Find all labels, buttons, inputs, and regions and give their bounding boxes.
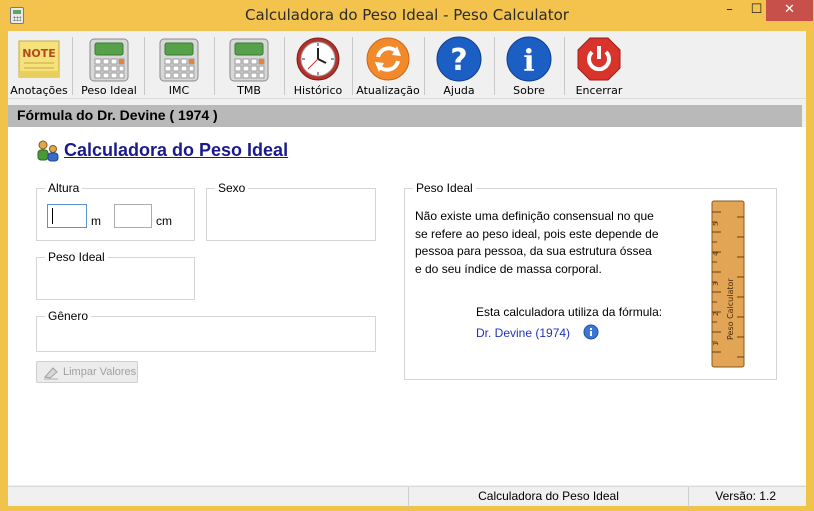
- toolbar-label: Histórico: [293, 84, 343, 97]
- status-app-name: Calculadora do Peso Ideal: [408, 487, 688, 507]
- toolbar-separator: [352, 37, 353, 95]
- toolbar-separator: [72, 37, 73, 95]
- note-icon: NOTE: [18, 40, 60, 78]
- minimize-button[interactable]: –: [716, 0, 743, 21]
- info-icon: i: [506, 36, 552, 82]
- toolbar-separator: [284, 37, 285, 95]
- note-icon-text: NOTE: [22, 47, 56, 60]
- info-description-line: e do seu índice de massa corporal.: [415, 261, 602, 276]
- toolbar-label: Peso Ideal: [81, 84, 137, 97]
- meters-input[interactable]: [47, 204, 87, 228]
- formula-link[interactable]: Dr. Devine (1974): [476, 326, 570, 340]
- toolbar-button-sobre[interactable]: i Sobre: [498, 33, 560, 97]
- title-bar[interactable]: Calculadora do Peso Ideal - Peso Calcula…: [0, 0, 814, 31]
- formula-header: Fórmula do Dr. Devine ( 1974 ): [8, 105, 802, 127]
- power-icon: [577, 37, 621, 81]
- toolbar-separator: [424, 37, 425, 95]
- altura-legend: Altura: [45, 181, 83, 195]
- meters-unit: m: [91, 214, 101, 228]
- toolbar-separator: [494, 37, 495, 95]
- info-description-line: pessoa para pessoa, da sua estrutura óss…: [415, 244, 652, 258]
- toolbar-button-anotacoes[interactable]: NOTE Anotações: [8, 33, 70, 97]
- ruler-number: 4: [712, 251, 720, 256]
- page-title[interactable]: Calculadora do Peso Ideal: [64, 140, 288, 161]
- toolbar-separator: [564, 37, 565, 95]
- toolbar-button-encerrar[interactable]: Encerrar: [568, 33, 630, 97]
- toolbar: NOTE Anotações Peso Ideal IMC TMB Histór…: [8, 31, 806, 99]
- toolbar-separator: [214, 37, 215, 95]
- info-description-line: Não existe uma definição consensual no q…: [415, 209, 654, 223]
- info-panel: Peso Ideal Não existe uma definição cons…: [404, 181, 777, 380]
- close-button[interactable]: ✕: [766, 0, 813, 21]
- toolbar-label: Sobre: [513, 84, 545, 97]
- toolbar-label: Anotações: [10, 84, 68, 97]
- ruler-number: 5: [712, 222, 720, 226]
- clear-values-label: Limpar Valores: [63, 366, 137, 378]
- toolbar-button-peso-ideal[interactable]: Peso Ideal: [76, 33, 142, 97]
- toolbar-button-imc[interactable]: IMC: [148, 33, 210, 97]
- cm-input[interactable]: [114, 204, 152, 228]
- peso-ideal-legend: Peso Ideal: [45, 250, 108, 264]
- help-icon: ?: [436, 36, 482, 82]
- info-description: Não existe uma definição consensual no q…: [415, 208, 685, 278]
- client-area: NOTE Anotações Peso Ideal IMC TMB Histór…: [8, 31, 806, 507]
- toolbar-button-tmb[interactable]: TMB: [218, 33, 280, 97]
- uses-formula-text: Esta calculadora utiliza da fórmula:: [476, 305, 663, 319]
- status-cell-empty: [8, 487, 408, 507]
- info-description-line: se refere ao peso ideal, pois este depen…: [415, 226, 659, 241]
- eraser-icon: [44, 367, 58, 380]
- sexo-group[interactable]: Sexo: [206, 181, 376, 241]
- text-caret: [52, 208, 53, 224]
- peso-ideal-group: Peso Ideal: [36, 250, 195, 300]
- cm-unit: cm: [156, 214, 172, 228]
- status-bar: Calculadora do Peso Ideal Versão: 1.2: [8, 486, 806, 507]
- toolbar-button-ajuda[interactable]: ? Ajuda: [428, 33, 490, 97]
- people-icon: [37, 140, 59, 162]
- toolbar-button-atualizacao[interactable]: Atualização: [356, 33, 420, 97]
- svg-text:i: i: [523, 44, 534, 79]
- info-panel-legend: Peso Ideal: [413, 181, 476, 195]
- calculator-icon: [159, 38, 199, 82]
- genero-legend: Gênero: [45, 309, 92, 323]
- toolbar-label: IMC: [168, 84, 190, 97]
- toolbar-button-historico[interactable]: Histórico: [288, 33, 348, 97]
- calculator-icon: [89, 38, 129, 82]
- svg-text:?: ?: [450, 43, 467, 78]
- genero-group: Gênero: [36, 309, 376, 352]
- ruler-icon: 5 4 3 2 1 Peso Calculator: [711, 200, 745, 368]
- ruler-number: 3: [712, 282, 720, 286]
- main-panel: Calculadora do Peso Ideal Altura m cm Se…: [8, 127, 806, 485]
- clear-values-button[interactable]: Limpar Valores: [36, 361, 138, 383]
- toolbar-label: TMB: [237, 84, 261, 97]
- app-window: Calculadora do Peso Ideal - Peso Calcula…: [0, 0, 814, 511]
- ruler-number: 2: [712, 312, 720, 316]
- toolbar-label: Atualização: [356, 84, 420, 97]
- refresh-icon: [366, 37, 410, 81]
- ruler-label: Peso Calculator: [726, 278, 735, 340]
- status-version: Versão: 1.2: [688, 487, 806, 507]
- window-title: Calculadora do Peso Ideal - Peso Calcula…: [245, 6, 569, 24]
- clock-icon: [296, 37, 340, 81]
- toolbar-separator: [144, 37, 145, 95]
- toolbar-label: Ajuda: [443, 84, 475, 97]
- altura-group: Altura m cm: [36, 181, 195, 241]
- calculator-icon: [229, 38, 269, 82]
- ruler-number: 1: [712, 342, 720, 346]
- toolbar-label: Encerrar: [575, 84, 623, 97]
- formula-header-text: Fórmula do Dr. Devine ( 1974 ): [17, 107, 218, 123]
- info-icon[interactable]: [583, 324, 599, 340]
- sexo-legend: Sexo: [215, 181, 249, 195]
